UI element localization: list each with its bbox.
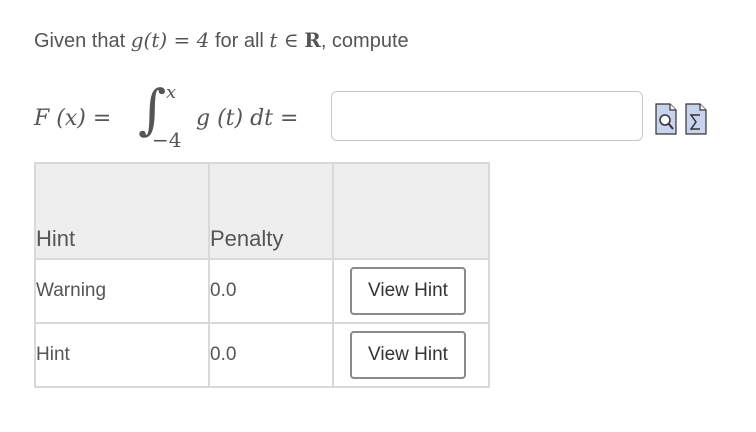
action-cell: View Hint: [332, 322, 490, 388]
view-hint-button[interactable]: View Hint: [350, 331, 466, 379]
problem-prompt: Given that g(t) = 4 for all t ∈ R, compu…: [34, 28, 409, 53]
prompt-t-in: t ∈: [269, 28, 299, 52]
penalty-cell: 0.0: [208, 258, 334, 324]
upper-limit: x: [166, 82, 177, 103]
equation-editor-icon[interactable]: [685, 103, 707, 135]
prompt-g-of-t: g(t) = 4: [130, 28, 210, 52]
prompt-compute: , compute: [320, 30, 409, 52]
penalty-cell: 0.0: [208, 322, 334, 388]
prompt-given: Given that: [34, 30, 126, 52]
view-hint-button[interactable]: View Hint: [350, 267, 466, 315]
column-header-action: [332, 162, 490, 260]
table-row: Hint 0.0 View Hint: [34, 322, 490, 388]
lower-limit: −4: [152, 128, 182, 152]
equation-lhs: F (x) =: [34, 106, 112, 131]
preview-icon[interactable]: [655, 103, 677, 135]
hints-table: Hint Penalty Warning 0.0 View Hint Hint …: [34, 162, 490, 388]
action-cell: View Hint: [332, 258, 490, 324]
table-header-row: Hint Penalty: [34, 162, 490, 260]
hint-name-cell: Hint: [34, 322, 210, 388]
prompt-for-all: for all: [214, 30, 264, 52]
column-header-hint: Hint: [34, 162, 210, 260]
integrand: g (t) dt =: [196, 106, 299, 131]
prompt-reals: R: [304, 28, 321, 52]
table-row: Warning 0.0 View Hint: [34, 258, 490, 324]
column-header-penalty: Penalty: [208, 162, 334, 260]
hint-name-cell: Warning: [34, 258, 210, 324]
answer-input[interactable]: [331, 91, 643, 141]
